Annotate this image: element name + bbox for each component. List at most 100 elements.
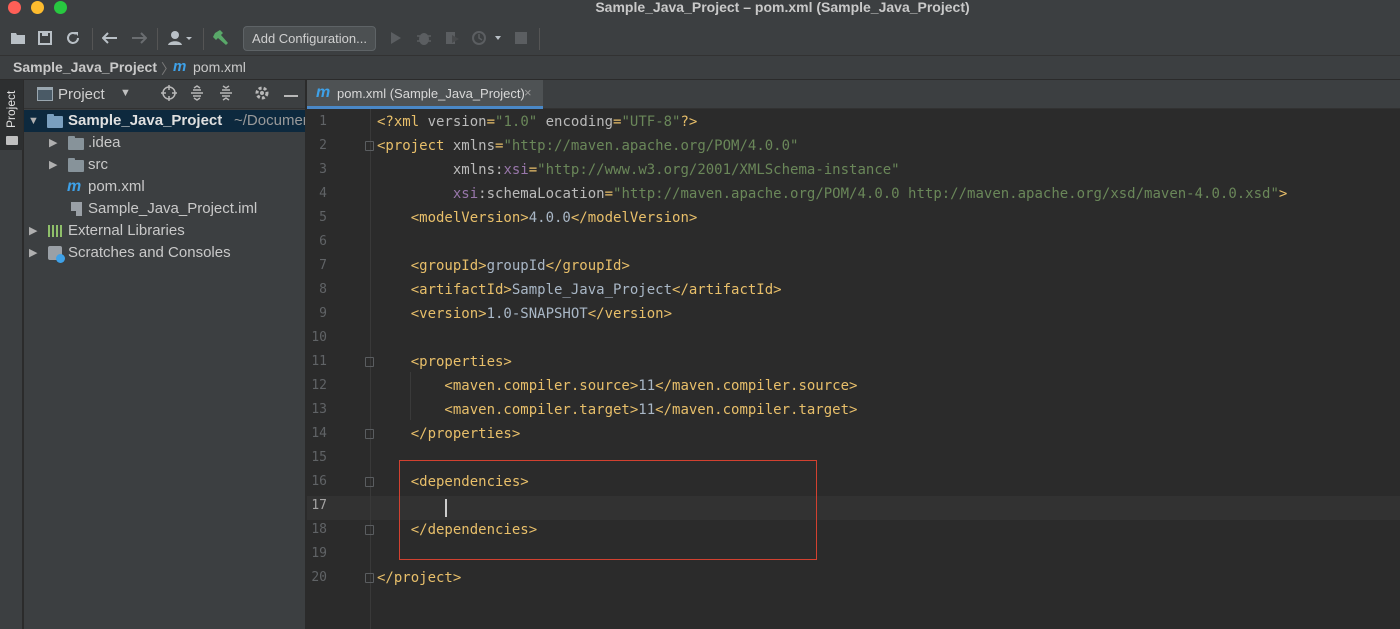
code-token: = xyxy=(486,114,496,130)
tree-item-pom-xml[interactable]: m pom.xml xyxy=(24,176,305,198)
code-token: "http://www.w3.org/2001/XMLSchema-instan… xyxy=(537,162,900,178)
editor-tab-bar: m pom.xml (Sample_Java_Project) × xyxy=(307,80,1400,109)
code-line[interactable]: 6 xyxy=(307,230,1400,254)
collapse-all-icon[interactable] xyxy=(217,85,235,103)
line-number: 6 xyxy=(319,234,327,249)
forward-arrow-icon[interactable] xyxy=(130,29,148,47)
chevron-down-icon[interactable]: ▼ xyxy=(28,110,39,132)
code-line[interactable]: 8 <artifactId>Sample_Java_Project</artif… xyxy=(307,278,1400,302)
code-text: xsi:schemaLocation="http://maven.apache.… xyxy=(377,182,1287,206)
code-text: xmlns:xsi="http://www.w3.org/2001/XMLSch… xyxy=(377,158,900,182)
code-line[interactable]: 2 <project xmlns="http://maven.apache.org… xyxy=(307,134,1400,158)
hide-panel-icon[interactable] xyxy=(282,85,300,103)
tree-item-scratches[interactable]: ▶ Scratches and Consoles xyxy=(24,242,305,264)
breadcrumb-file[interactable]: pom.xml xyxy=(193,59,246,75)
code-text: </project> xyxy=(377,566,461,590)
code-line[interactable]: 1 <?xml version="1.0" encoding="UTF-8"?> xyxy=(307,110,1400,134)
locate-file-icon[interactable] xyxy=(160,85,178,103)
tree-item-external-libraries[interactable]: ▶ External Libraries xyxy=(24,220,305,242)
code-line[interactable]: 7 <groupId>groupId</groupId> xyxy=(307,254,1400,278)
maven-file-icon: m xyxy=(173,58,187,75)
stop-icon[interactable] xyxy=(512,29,530,47)
code-text: <groupId>groupId</groupId> xyxy=(377,254,630,278)
iml-file-icon xyxy=(71,202,82,216)
code-token: </project> xyxy=(377,570,462,586)
open-folder-icon[interactable] xyxy=(9,29,27,47)
code-token: <modelVersion> xyxy=(377,210,529,226)
code-line[interactable]: 5 <modelVersion>4.0.0</modelVersion> xyxy=(307,206,1400,230)
fold-marker-icon[interactable] xyxy=(365,525,374,535)
folder-icon xyxy=(47,114,63,128)
chevron-right-icon[interactable]: ▶ xyxy=(49,132,57,154)
save-icon[interactable] xyxy=(36,29,54,47)
synchronize-icon[interactable] xyxy=(64,29,82,47)
code-token: </artifactId> xyxy=(672,282,782,298)
tree-item-label: Sample_Java_Project.iml xyxy=(88,200,258,217)
code-token: = xyxy=(528,162,538,178)
code-line[interactable]: 11 <properties> xyxy=(307,350,1400,374)
breadcrumb-project[interactable]: Sample_Java_Project xyxy=(13,59,157,75)
code-token: groupId xyxy=(486,258,546,274)
code-token: version xyxy=(427,114,487,130)
tab-label: pom.xml (Sample_Java_Project) xyxy=(337,86,525,101)
code-editor[interactable]: 1 <?xml version="1.0" encoding="UTF-8"?> 2… xyxy=(307,109,1400,629)
fold-marker-icon[interactable] xyxy=(365,141,374,151)
coverage-icon[interactable] xyxy=(443,29,461,47)
add-configuration-button[interactable]: Add Configuration... xyxy=(243,26,376,51)
line-number: 19 xyxy=(311,546,327,561)
code-token: <?xml xyxy=(377,114,428,130)
libraries-icon xyxy=(48,225,64,237)
code-text: <maven.compiler.source>11</maven.compile… xyxy=(377,374,857,398)
folder-icon xyxy=(6,136,18,145)
code-line[interactable]: 9 <version>1.0-SNAPSHOT</version> xyxy=(307,302,1400,326)
back-arrow-icon[interactable] xyxy=(101,29,119,47)
project-tool-window-tab[interactable]: Project xyxy=(0,80,23,150)
tree-item-src[interactable]: ▶ src xyxy=(24,154,305,176)
code-text: <?xml version="1.0" encoding="UTF-8"?> xyxy=(377,110,697,134)
fold-marker-icon[interactable] xyxy=(365,477,374,487)
expand-all-icon[interactable] xyxy=(188,85,206,103)
gear-icon[interactable] xyxy=(253,85,271,103)
project-view-selector[interactable]: Project xyxy=(58,86,105,103)
tree-item-iml[interactable]: Sample_Java_Project.iml xyxy=(24,198,305,220)
fold-marker-icon[interactable] xyxy=(365,573,374,583)
code-line[interactable]: 4 xsi:schemaLocation="http://maven.apach… xyxy=(307,182,1400,206)
code-text: <project xmlns="http://maven.apache.org/… xyxy=(377,134,798,158)
code-text: <properties> xyxy=(377,350,512,374)
code-text: <modelVersion>4.0.0</modelVersion> xyxy=(377,206,698,230)
close-icon[interactable]: × xyxy=(524,85,532,100)
code-token: > xyxy=(1278,186,1288,202)
code-line[interactable]: 20 </project> xyxy=(307,566,1400,590)
chevron-down-icon[interactable]: ▼ xyxy=(120,87,131,99)
line-number: 5 xyxy=(319,210,327,225)
code-token: </maven.compiler.source> xyxy=(655,378,858,394)
code-line[interactable]: 14 </properties> xyxy=(307,422,1400,446)
line-number: 17 xyxy=(311,498,327,513)
fold-marker-icon[interactable] xyxy=(365,429,374,439)
tab-pom-xml[interactable]: m pom.xml (Sample_Java_Project) × xyxy=(307,80,543,109)
tree-item-idea[interactable]: ▶ .idea xyxy=(24,132,305,154)
code-line[interactable]: 12 <maven.compiler.source>11</maven.comp… xyxy=(307,374,1400,398)
code-line[interactable]: 13 <maven.compiler.target>11</maven.comp… xyxy=(307,398,1400,422)
fold-marker-icon[interactable] xyxy=(365,357,374,367)
profile-dropdown-icon[interactable] xyxy=(470,29,504,47)
chevron-right-icon[interactable]: ▶ xyxy=(29,242,37,264)
line-number: 8 xyxy=(319,282,327,297)
chevron-right-icon[interactable]: ▶ xyxy=(49,154,57,176)
code-token: </version> xyxy=(587,306,673,322)
user-dropdown-icon[interactable] xyxy=(167,29,195,47)
chevron-right-icon[interactable]: ▶ xyxy=(29,220,37,242)
tree-item-project-root[interactable]: ▼ Sample_Java_Project ~/Documents xyxy=(24,110,305,132)
code-line[interactable]: 10 xyxy=(307,326,1400,350)
code-token: 1.0-SNAPSHOT xyxy=(486,306,588,322)
window-title: Sample_Java_Project – pom.xml (Sample_Ja… xyxy=(595,0,970,15)
debug-icon[interactable] xyxy=(415,29,433,47)
code-text: <artifactId>Sample_Java_Project</artifac… xyxy=(377,278,782,302)
tree-item-path: ~/Documents xyxy=(234,112,305,129)
build-hammer-icon[interactable] xyxy=(212,29,230,47)
run-icon[interactable] xyxy=(387,29,405,47)
code-line[interactable]: 3 xmlns:xsi="http://www.w3.org/2001/XMLS… xyxy=(307,158,1400,182)
line-number: 20 xyxy=(311,570,327,585)
tree-item-label: Sample_Java_Project xyxy=(68,112,223,129)
line-number: 1 xyxy=(319,114,327,129)
